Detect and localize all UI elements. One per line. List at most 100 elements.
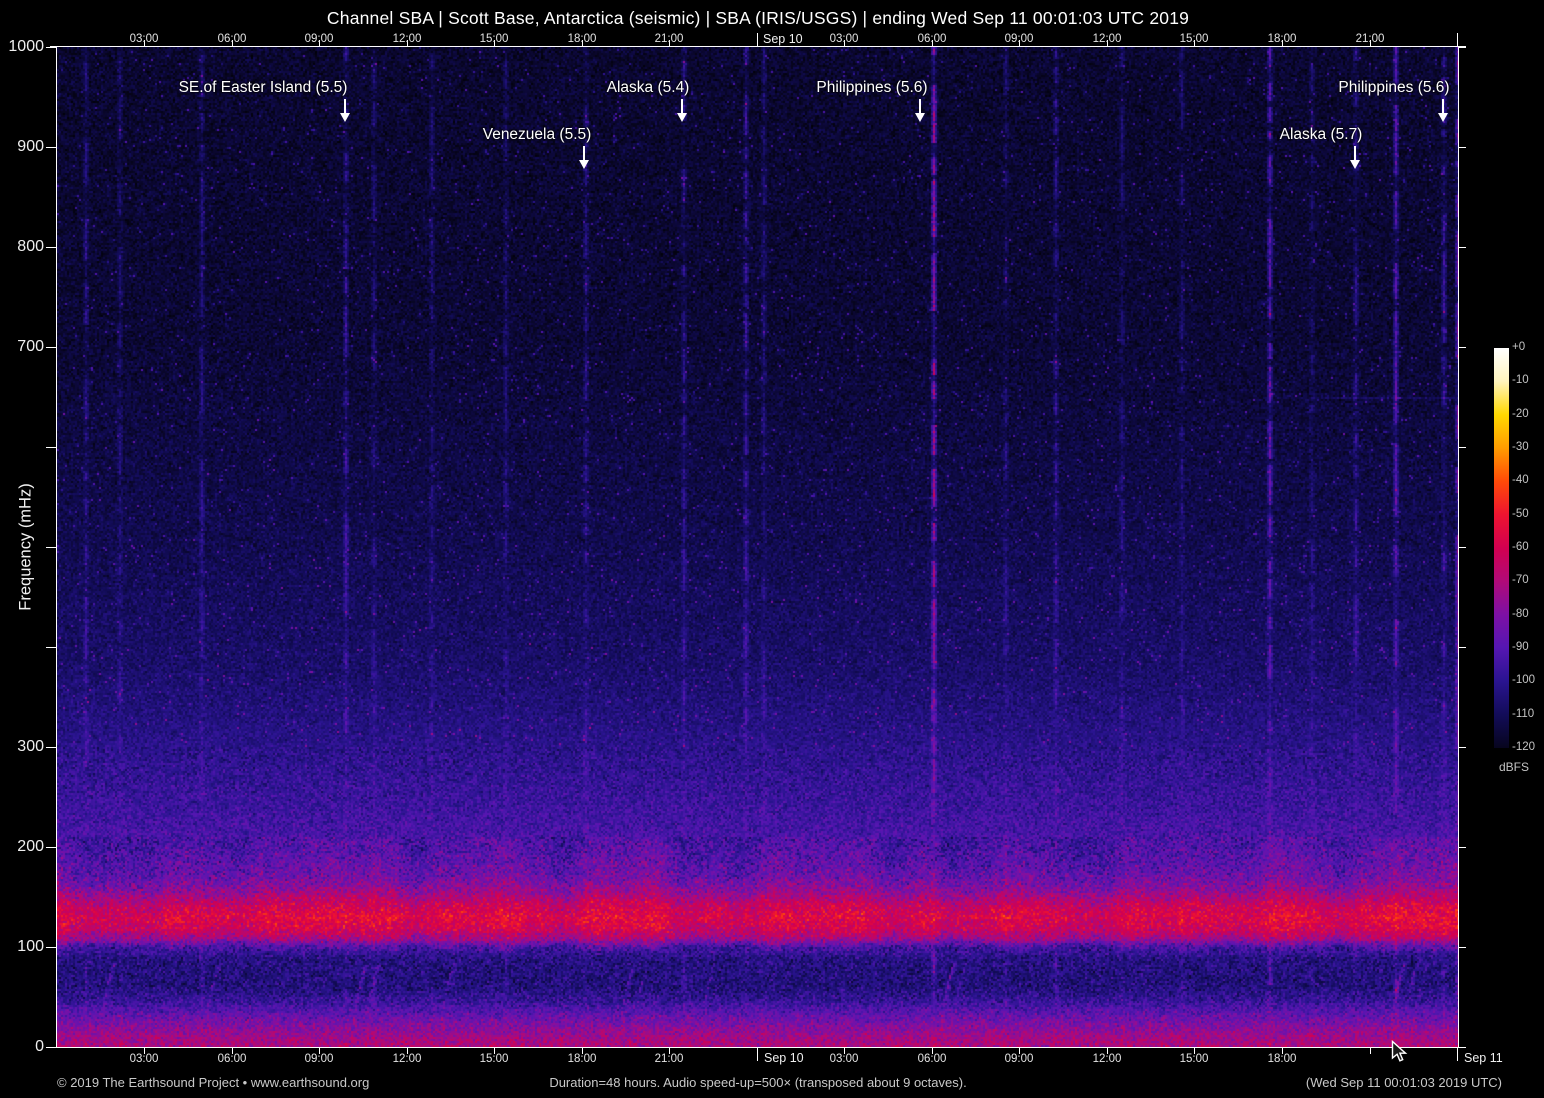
y-tick-label: 100 bbox=[0, 938, 44, 956]
x-tick-label-top: 18:00 bbox=[568, 33, 597, 45]
colorbar-tick-label: -10 bbox=[1512, 374, 1529, 386]
x-tick-label-bottom: 15:00 bbox=[480, 1053, 509, 1065]
x-tick-bottom bbox=[407, 1048, 408, 1054]
x-tick-label-top: 03:00 bbox=[130, 33, 159, 45]
x-tick-label-top: 12:00 bbox=[1093, 33, 1122, 45]
event-annotation-label: Philippines (5.6) bbox=[816, 79, 927, 97]
colorbar-tick-label: -50 bbox=[1512, 508, 1529, 520]
colorbar-tick-label: -90 bbox=[1512, 641, 1529, 653]
footer-duration: Duration=48 hours. Audio speed-up=500× (… bbox=[57, 1075, 1459, 1090]
x-axis-line-bottom bbox=[50, 1047, 1466, 1048]
colorbar-tick-label: -70 bbox=[1512, 574, 1529, 586]
x-tick-label-top: 03:00 bbox=[830, 33, 859, 45]
x-tick-label-top: Sep 10 bbox=[763, 32, 803, 46]
y-tick-left bbox=[46, 747, 56, 748]
y-tick-label: 900 bbox=[0, 138, 44, 156]
event-annotation-label: Alaska (5.4) bbox=[607, 79, 690, 97]
colorbar-tick-label: -40 bbox=[1512, 474, 1529, 486]
colorbar-tick-label: +0 bbox=[1512, 341, 1525, 353]
event-arrow-icon bbox=[1354, 146, 1356, 160]
x-tick-top bbox=[1194, 40, 1195, 46]
x-tick-label-bottom: 18:00 bbox=[1268, 1053, 1297, 1065]
x-tick-bottom bbox=[1282, 1048, 1283, 1054]
x-tick-label-bottom: 06:00 bbox=[918, 1053, 947, 1065]
event-arrow-icon bbox=[340, 113, 350, 122]
x-tick-top bbox=[319, 40, 320, 46]
x-tick-top bbox=[757, 33, 758, 46]
x-tick-bottom bbox=[319, 1048, 320, 1054]
x-tick-top bbox=[1019, 40, 1020, 46]
y-tick-right bbox=[1459, 847, 1466, 848]
x-tick-label-bottom: 03:00 bbox=[830, 1053, 859, 1065]
y-tick-left bbox=[46, 47, 56, 48]
x-tick-bottom bbox=[232, 1048, 233, 1054]
x-tick-top bbox=[844, 40, 845, 46]
x-tick-top bbox=[494, 40, 495, 46]
y-tick-left bbox=[46, 447, 56, 448]
colorbar-tick-label: -30 bbox=[1512, 441, 1529, 453]
y-tick-right bbox=[1459, 947, 1466, 948]
y-tick-left bbox=[46, 547, 56, 548]
x-tick-label-bottom: Sep 10 bbox=[764, 1051, 804, 1065]
x-tick-bottom bbox=[844, 1048, 845, 1054]
x-tick-label-bottom: 21:00 bbox=[655, 1053, 684, 1065]
x-tick-top bbox=[407, 40, 408, 46]
colorbar-unit-label: dBFS bbox=[1489, 760, 1539, 774]
x-tick-label-bottom: 09:00 bbox=[1005, 1053, 1034, 1065]
x-tick-top bbox=[232, 40, 233, 46]
x-tick-label-top: 18:00 bbox=[1268, 33, 1297, 45]
x-tick-label-bottom: 06:00 bbox=[218, 1053, 247, 1065]
event-arrow-icon bbox=[579, 160, 589, 169]
y-tick-left bbox=[46, 1047, 56, 1048]
x-tick-label-top: 21:00 bbox=[1356, 33, 1385, 45]
x-tick-top bbox=[932, 40, 933, 46]
event-arrow-icon bbox=[583, 146, 585, 160]
x-tick-label-top: 09:00 bbox=[305, 33, 334, 45]
x-tick-label-top: 12:00 bbox=[393, 33, 422, 45]
x-tick-label-top: 15:00 bbox=[1180, 33, 1209, 45]
y-tick-left bbox=[46, 247, 56, 248]
y-axis-title: Frequency (mHz) bbox=[17, 483, 36, 610]
x-tick-top bbox=[1370, 40, 1371, 46]
y-tick-right bbox=[1459, 647, 1466, 648]
event-arrow-icon bbox=[344, 99, 346, 113]
event-arrow-icon bbox=[1350, 160, 1360, 169]
y-tick-label: 700 bbox=[0, 338, 44, 356]
event-arrow-icon bbox=[919, 99, 921, 113]
x-tick-top bbox=[1282, 40, 1283, 46]
x-tick-bottom bbox=[582, 1048, 583, 1054]
y-tick-left bbox=[46, 947, 56, 948]
event-arrow-icon bbox=[677, 113, 687, 122]
event-annotation-label: SE.of Easter Island (5.5) bbox=[179, 79, 348, 97]
x-tick-label-top: 21:00 bbox=[655, 33, 684, 45]
event-annotation-label: Alaska (5.7) bbox=[1280, 126, 1363, 144]
footer-timestamp: (Wed Sep 11 00:01:03 2019 UTC) bbox=[1306, 1075, 1502, 1090]
x-tick-bottom bbox=[494, 1048, 495, 1054]
x-tick-top bbox=[669, 40, 670, 46]
y-tick-left bbox=[46, 847, 56, 848]
x-tick-bottom bbox=[1194, 1048, 1195, 1054]
y-tick-label: 300 bbox=[0, 738, 44, 756]
y-tick-left bbox=[46, 147, 56, 148]
x-tick-label-bottom: 15:00 bbox=[1180, 1053, 1209, 1065]
x-tick-bottom bbox=[1457, 1048, 1458, 1061]
mouse-cursor-icon bbox=[1391, 1040, 1413, 1064]
colorbar-tick-label: -120 bbox=[1512, 741, 1535, 753]
x-tick-label-bottom: 12:00 bbox=[1093, 1053, 1122, 1065]
x-tick-bottom bbox=[932, 1048, 933, 1054]
event-arrow-icon bbox=[1438, 113, 1448, 122]
y-tick-right bbox=[1459, 147, 1466, 148]
y-tick-left bbox=[46, 347, 56, 348]
y-tick-right bbox=[1459, 347, 1466, 348]
spectrogram-canvas bbox=[57, 47, 1459, 1047]
x-tick-bottom bbox=[669, 1048, 670, 1054]
x-tick-label-bottom: 03:00 bbox=[130, 1053, 159, 1065]
x-tick-top bbox=[144, 40, 145, 46]
x-tick-label-bottom: 18:00 bbox=[568, 1053, 597, 1065]
x-tick-label-top: 15:00 bbox=[480, 33, 509, 45]
y-tick-right bbox=[1459, 1047, 1466, 1048]
x-tick-bottom bbox=[1019, 1048, 1020, 1054]
colorbar-tick-label: -60 bbox=[1512, 541, 1529, 553]
y-tick-right bbox=[1459, 747, 1466, 748]
x-tick-top bbox=[1457, 33, 1458, 46]
